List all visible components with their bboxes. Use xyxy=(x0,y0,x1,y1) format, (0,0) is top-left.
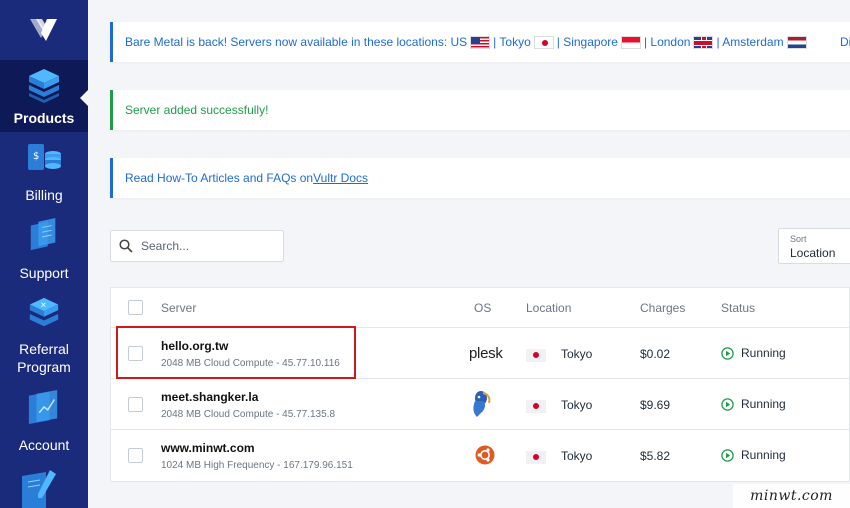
uk-flag-icon xyxy=(693,35,714,49)
amsterdam-text: | Amsterdam xyxy=(716,35,784,49)
vultr-logo[interactable] xyxy=(0,0,88,60)
billing-coins-icon: $ xyxy=(28,144,61,170)
pen-document-icon xyxy=(22,470,56,508)
japan-flag-icon xyxy=(526,449,546,467)
servers-table: Server OS Location Charges Status hello.… xyxy=(110,287,850,482)
debian-icon xyxy=(469,389,493,424)
status-indicator: Running xyxy=(721,448,786,462)
netherlands-flag-icon xyxy=(786,35,807,49)
docs-banner: Read How-To Articles and FAQs on Vultr D… xyxy=(110,158,850,198)
active-indicator xyxy=(80,90,88,106)
status-indicator: Running xyxy=(721,397,786,411)
status-text: Running xyxy=(741,346,786,360)
row-checkbox[interactable] xyxy=(128,397,143,412)
svg-text:$: $ xyxy=(33,151,39,162)
account-chart-icon xyxy=(28,390,58,424)
sidebar-item-referral[interactable]: ✕ Referral Program xyxy=(0,296,88,376)
sidebar-item-label: Account xyxy=(18,437,70,453)
header-server[interactable]: Server xyxy=(161,301,196,315)
header-status[interactable]: Status xyxy=(721,301,755,315)
table-row[interactable]: meet.shangker.la 2048 MB Cloud Compute -… xyxy=(111,379,849,430)
sidebar-item-billing[interactable]: $ Billing xyxy=(0,142,88,204)
tokyo-text: | Tokyo xyxy=(493,35,531,49)
select-all-checkbox[interactable] xyxy=(128,300,143,315)
london-text: | London xyxy=(643,35,691,49)
singapore-text: | Singapore xyxy=(556,35,618,49)
highlight-box xyxy=(116,326,356,379)
success-message: Server added successfully! xyxy=(125,103,269,117)
watermark: minwt.com xyxy=(733,484,850,508)
sidebar-item-partial[interactable] xyxy=(20,468,62,508)
success-banner: Server added successfully! xyxy=(110,90,850,130)
search-input[interactable] xyxy=(141,239,271,253)
singapore-flag-icon xyxy=(620,35,641,49)
server-name[interactable]: www.minwt.com xyxy=(161,441,353,455)
stack-cubes-icon xyxy=(29,69,59,103)
server-detail: 2048 MB Cloud Compute - 45.77.135.8 xyxy=(161,409,335,420)
row-checkbox[interactable] xyxy=(128,448,143,463)
table-row[interactable]: www.minwt.com 1024 MB High Frequency - 1… xyxy=(111,430,849,481)
search-box[interactable] xyxy=(110,230,284,262)
bare-metal-text: Bare Metal is back! Servers now availabl… xyxy=(125,35,468,49)
header-location[interactable]: Location xyxy=(526,301,571,315)
running-play-icon xyxy=(721,346,734,360)
sort-label: Sort xyxy=(790,234,807,244)
plesk-logo: plesk xyxy=(469,345,503,362)
search-icon xyxy=(119,239,133,253)
table-header: Server OS Location Charges Status xyxy=(111,288,849,328)
sidebar: Products $ Billing Support ✕ Referral Pr… xyxy=(0,0,88,508)
bare-metal-banner: Bare Metal is back! Servers now availabl… xyxy=(110,22,850,62)
us-flag-icon xyxy=(470,35,491,49)
vultr-docs-link[interactable]: Vultr Docs xyxy=(313,171,368,185)
charges-text: $5.82 xyxy=(640,449,671,463)
sidebar-item-label: Support xyxy=(19,265,69,281)
sidebar-item-support[interactable]: Support xyxy=(0,218,88,282)
sort-value: Location xyxy=(790,246,836,260)
server-detail: 1024 MB High Frequency - 167.179.96.151 xyxy=(161,460,353,471)
docs-text: Read How-To Articles and FAQs on xyxy=(125,171,314,185)
location-text: Tokyo xyxy=(561,347,593,361)
location-text: Tokyo xyxy=(561,398,593,412)
sort-select[interactable]: Sort Location xyxy=(778,228,850,264)
referral-cubes-icon: ✕ xyxy=(29,297,59,327)
header-charges[interactable]: Charges xyxy=(640,301,685,315)
support-docs-icon xyxy=(30,218,56,251)
status-text: Running xyxy=(741,397,786,411)
charges-text: $0.02 xyxy=(640,347,671,361)
header-os[interactable]: OS xyxy=(474,301,491,315)
server-cell[interactable]: www.minwt.com 1024 MB High Frequency - 1… xyxy=(161,441,353,471)
svg-text:✕: ✕ xyxy=(40,300,46,309)
japan-flag-icon xyxy=(533,35,554,49)
charges-text: $9.69 xyxy=(640,398,671,412)
ubuntu-icon xyxy=(475,445,495,470)
japan-flag-icon xyxy=(526,347,546,365)
dismiss-link[interactable]: Dis xyxy=(840,35,850,49)
location-text: Tokyo xyxy=(561,449,593,463)
status-indicator: Running xyxy=(721,346,786,360)
running-play-icon xyxy=(721,448,734,462)
sidebar-item-label: Products xyxy=(13,110,75,126)
status-text: Running xyxy=(741,448,786,462)
server-cell[interactable]: meet.shangker.la 2048 MB Cloud Compute -… xyxy=(161,390,335,420)
sidebar-item-products[interactable]: Products xyxy=(0,60,88,132)
vultr-logo-icon xyxy=(30,19,57,41)
server-name[interactable]: meet.shangker.la xyxy=(161,390,335,404)
sidebar-item-label: Referral Program xyxy=(17,341,71,375)
sidebar-item-account[interactable]: Account xyxy=(0,390,88,454)
sidebar-item-label: Billing xyxy=(25,187,63,203)
japan-flag-icon xyxy=(526,398,546,416)
running-play-icon xyxy=(721,397,734,411)
